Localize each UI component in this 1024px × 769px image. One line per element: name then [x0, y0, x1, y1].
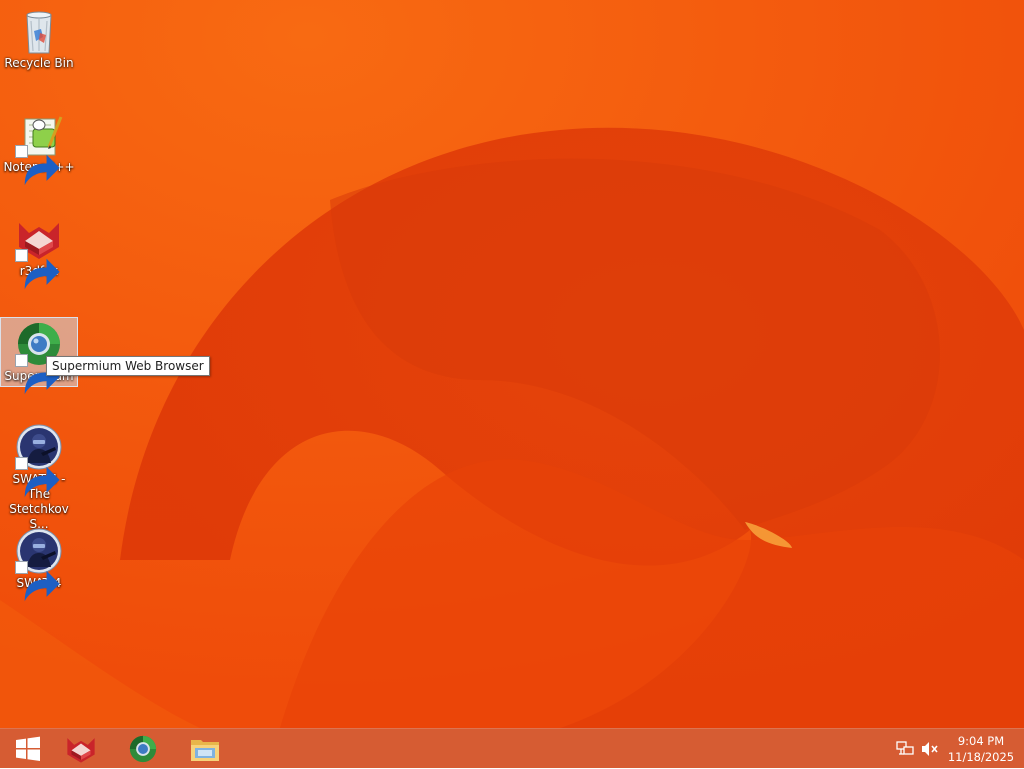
r3dfox-icon: [67, 738, 95, 763]
clock-date: 11/18/2025: [947, 750, 1015, 764]
desktop-icon-r3dfox[interactable]: r3dfox: [0, 212, 78, 312]
desktop-icon-label: Recycle Bin: [4, 56, 74, 70]
desktop-icon-notepad-plus-plus[interactable]: Notepad++: [0, 108, 78, 208]
shortcut-arrow-icon: [15, 561, 60, 602]
supermium-icon: [129, 735, 157, 763]
r3dfox-icon: [15, 215, 63, 290]
start-button[interactable]: [0, 729, 56, 769]
clock-time: 9:04 PM: [957, 734, 1005, 748]
taskbar-r3dfox[interactable]: [53, 729, 109, 769]
shortcut-arrow-icon: [15, 249, 60, 290]
notepad-plus-plus-icon: [15, 111, 63, 186]
taskbar-file-explorer[interactable]: [177, 729, 233, 769]
file-explorer-icon: [191, 740, 219, 761]
network-icon[interactable]: [896, 741, 914, 757]
windows-logo-icon: [16, 736, 40, 761]
shortcut-arrow-icon: [15, 457, 60, 498]
swat4-tss-icon: [15, 423, 63, 498]
recycle-bin-icon: [15, 7, 63, 55]
tooltip: Supermium Web Browser: [46, 356, 210, 376]
desktop[interactable]: Recycle Bin Notepad++: [0, 0, 1024, 728]
shortcut-arrow-icon: [15, 145, 60, 186]
shortcut-arrow-icon: [15, 354, 60, 395]
swat4-icon: [15, 527, 63, 602]
desktop-icon-recycle-bin[interactable]: Recycle Bin: [0, 4, 78, 104]
taskbar: 9:04 PM 11/18/2025: [0, 728, 1024, 768]
system-clock[interactable]: 9:04 PM 11/18/2025: [944, 733, 1018, 765]
desktop-icon-supermium[interactable]: Supermium: [0, 317, 78, 395]
desktop-icon-swat4[interactable]: SWAT 4: [0, 524, 78, 624]
taskbar-supermium[interactable]: [115, 729, 171, 769]
desktop-icon-swat4-tss[interactable]: SWAT 4 - The Stetchkov S...: [0, 420, 78, 531]
volume-muted-icon[interactable]: [921, 741, 939, 757]
